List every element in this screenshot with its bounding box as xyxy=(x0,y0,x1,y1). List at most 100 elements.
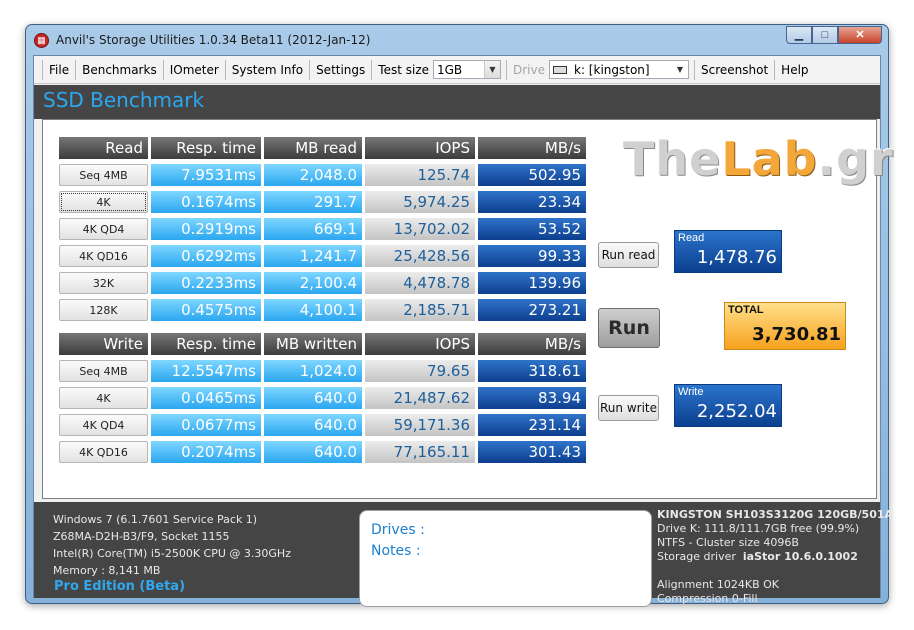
os-info: Windows 7 (6.1.7601 Service Pack 1) xyxy=(53,513,258,526)
run-write-button[interactable]: Run write xyxy=(598,395,659,421)
anvil-app-icon[interactable]: ▦ xyxy=(34,33,49,48)
read-test-button[interactable]: 32K xyxy=(59,272,148,294)
drive-info: KINGSTON SH103S3120G 120GB/501A Drive K:… xyxy=(657,508,893,606)
write-test-button[interactable]: 4K QD4 xyxy=(59,414,148,436)
logo-part-lab: Lab xyxy=(721,132,818,186)
notes-label: Notes : xyxy=(371,543,421,559)
read-cell-mbps: 502.95 xyxy=(478,164,586,186)
read-cell-resp-time: 0.2233ms xyxy=(151,272,261,294)
drive-compression: Compression 0-Fill xyxy=(657,592,758,605)
read-test-button[interactable]: 128K xyxy=(59,299,148,321)
run-button[interactable]: Run xyxy=(598,308,660,348)
drive-alignment: Alignment 1024KB OK xyxy=(657,578,779,591)
maximize-button[interactable]: □ xyxy=(812,26,838,44)
write-cell-iops: 79.65 xyxy=(365,360,475,382)
title-bar[interactable]: ▦ Anvil's Storage Utilities 1.0.34 Beta1… xyxy=(26,25,888,55)
minimize-button[interactable]: ▁ xyxy=(786,26,812,44)
write-header-iops: IOPS xyxy=(365,333,475,355)
drive-free-space: Drive K: 111.8/111.7GB free (99.9%) xyxy=(657,522,860,535)
test-size-select[interactable]: 1GB ▼ xyxy=(433,60,501,79)
read-score-label: Read xyxy=(678,232,705,244)
menu-system-info[interactable]: System Info xyxy=(226,59,311,80)
write-header-mb: MB written xyxy=(264,333,362,355)
read-cell-mbps: 139.96 xyxy=(478,272,586,294)
read-cell-iops: 13,702.02 xyxy=(365,218,475,240)
close-button[interactable]: ✕ xyxy=(838,26,882,44)
write-header-mbps: MB/s xyxy=(478,333,586,355)
read-cell-iops: 4,478.78 xyxy=(365,272,475,294)
write-cell-iops: 77,165.11 xyxy=(365,441,475,463)
logo-part-gr: .gr xyxy=(817,132,894,186)
write-cell-resp-time: 0.2074ms xyxy=(151,441,261,463)
read-test-button[interactable]: Seq 4MB xyxy=(59,164,148,186)
menu-file[interactable]: File xyxy=(42,59,77,80)
read-cell-mbps: 23.34 xyxy=(478,191,586,213)
menu-screenshot[interactable]: Screenshot xyxy=(695,59,776,80)
write-cell-mb: 640.0 xyxy=(264,387,362,409)
read-cell-resp-time: 0.4575ms xyxy=(151,299,261,321)
write-score-box: Write 2,252.04 xyxy=(674,384,782,427)
storage-driver-label: Storage driver xyxy=(657,550,736,563)
menu-iometer[interactable]: IOmeter xyxy=(164,59,226,80)
read-cell-iops: 25,428.56 xyxy=(365,245,475,267)
menu-settings[interactable]: Settings xyxy=(310,59,373,80)
read-test-button[interactable]: 4K QD4 xyxy=(59,218,148,240)
thelab-logo: TheLab.gr xyxy=(623,132,893,192)
menu-benchmarks[interactable]: Benchmarks xyxy=(76,59,164,80)
write-score-label: Write xyxy=(678,386,704,398)
write-test-button[interactable]: 4K QD16 xyxy=(59,441,148,463)
total-score-label: TOTAL xyxy=(728,304,764,316)
read-header-test: Read xyxy=(59,137,148,159)
read-test-button[interactable]: 4K xyxy=(59,191,148,213)
window-title: Anvil's Storage Utilities 1.0.34 Beta11 … xyxy=(56,33,371,47)
edition-label: Pro Edition (Beta) xyxy=(54,579,186,594)
read-cell-mbps: 53.52 xyxy=(478,218,586,240)
read-cell-mb: 2,100.4 xyxy=(264,272,362,294)
run-read-button[interactable]: Run read xyxy=(598,242,659,268)
write-test-button[interactable]: Seq 4MB xyxy=(59,360,148,382)
menu-help[interactable]: Help xyxy=(775,60,812,80)
storage-driver: Storage driver iaStor 10.6.0.1002 xyxy=(657,550,893,564)
read-cell-resp-time: 7.9531ms xyxy=(151,164,261,186)
read-header-mb: MB read xyxy=(264,137,362,159)
motherboard-info: Z68MA-D2H-B3/F9, Socket 1155 xyxy=(53,530,230,543)
write-cell-mbps: 301.43 xyxy=(478,441,586,463)
footer-info: Windows 7 (6.1.7601 Service Pack 1) Z68M… xyxy=(34,502,893,607)
write-test-button[interactable]: 4K xyxy=(59,387,148,409)
read-header-resp-time: Resp. time xyxy=(151,137,261,159)
test-size-value: 1GB xyxy=(437,62,463,77)
app-window: ▦ Anvil's Storage Utilities 1.0.34 Beta1… xyxy=(25,24,893,607)
logo-part-the: The xyxy=(623,132,722,186)
drive-select[interactable]: k: [kingston] ▼ xyxy=(549,60,689,79)
drive-filesystem: NTFS - Cluster size 4096B xyxy=(657,536,799,549)
read-score-box: Read 1,478.76 xyxy=(674,230,782,273)
write-cell-iops: 21,487.62 xyxy=(365,387,475,409)
write-cell-resp-time: 0.0677ms xyxy=(151,414,261,436)
read-cell-iops: 2,185.71 xyxy=(365,299,475,321)
read-cell-mb: 4,100.1 xyxy=(264,299,362,321)
menu-bar: File Benchmarks IOmeter System Info Sett… xyxy=(34,56,880,84)
read-cell-mb: 669.1 xyxy=(264,218,362,240)
drive-icon xyxy=(553,65,567,74)
chevron-down-icon[interactable]: ▼ xyxy=(672,61,688,78)
read-cell-iops: 125.74 xyxy=(365,164,475,186)
read-cell-mb: 2,048.0 xyxy=(264,164,362,186)
caption-buttons: ▁ □ ✕ xyxy=(786,26,882,44)
write-cell-iops: 59,171.36 xyxy=(365,414,475,436)
write-cell-mb: 1,024.0 xyxy=(264,360,362,382)
read-cell-resp-time: 0.1674ms xyxy=(151,191,261,213)
read-test-button[interactable]: 4K QD16 xyxy=(59,245,148,267)
read-header-iops: IOPS xyxy=(365,137,475,159)
write-cell-mb: 640.0 xyxy=(264,441,362,463)
read-cell-mbps: 99.33 xyxy=(478,245,586,267)
memory-info: Memory : 8,141 MB xyxy=(53,564,161,577)
benchmark-header: SSD Benchmark xyxy=(34,85,880,119)
total-score-box: TOTAL 3,730.81 xyxy=(724,302,846,350)
client-area: File Benchmarks IOmeter System Info Sett… xyxy=(33,55,893,607)
page-title: SSD Benchmark xyxy=(43,88,205,112)
storage-driver-value: iaStor 10.6.0.1002 xyxy=(742,550,858,563)
notes-box[interactable]: Drives : Notes : xyxy=(359,510,652,607)
drive-model: KINGSTON SH103S3120G 120GB/501A xyxy=(657,508,894,521)
chevron-down-icon[interactable]: ▼ xyxy=(484,61,500,78)
